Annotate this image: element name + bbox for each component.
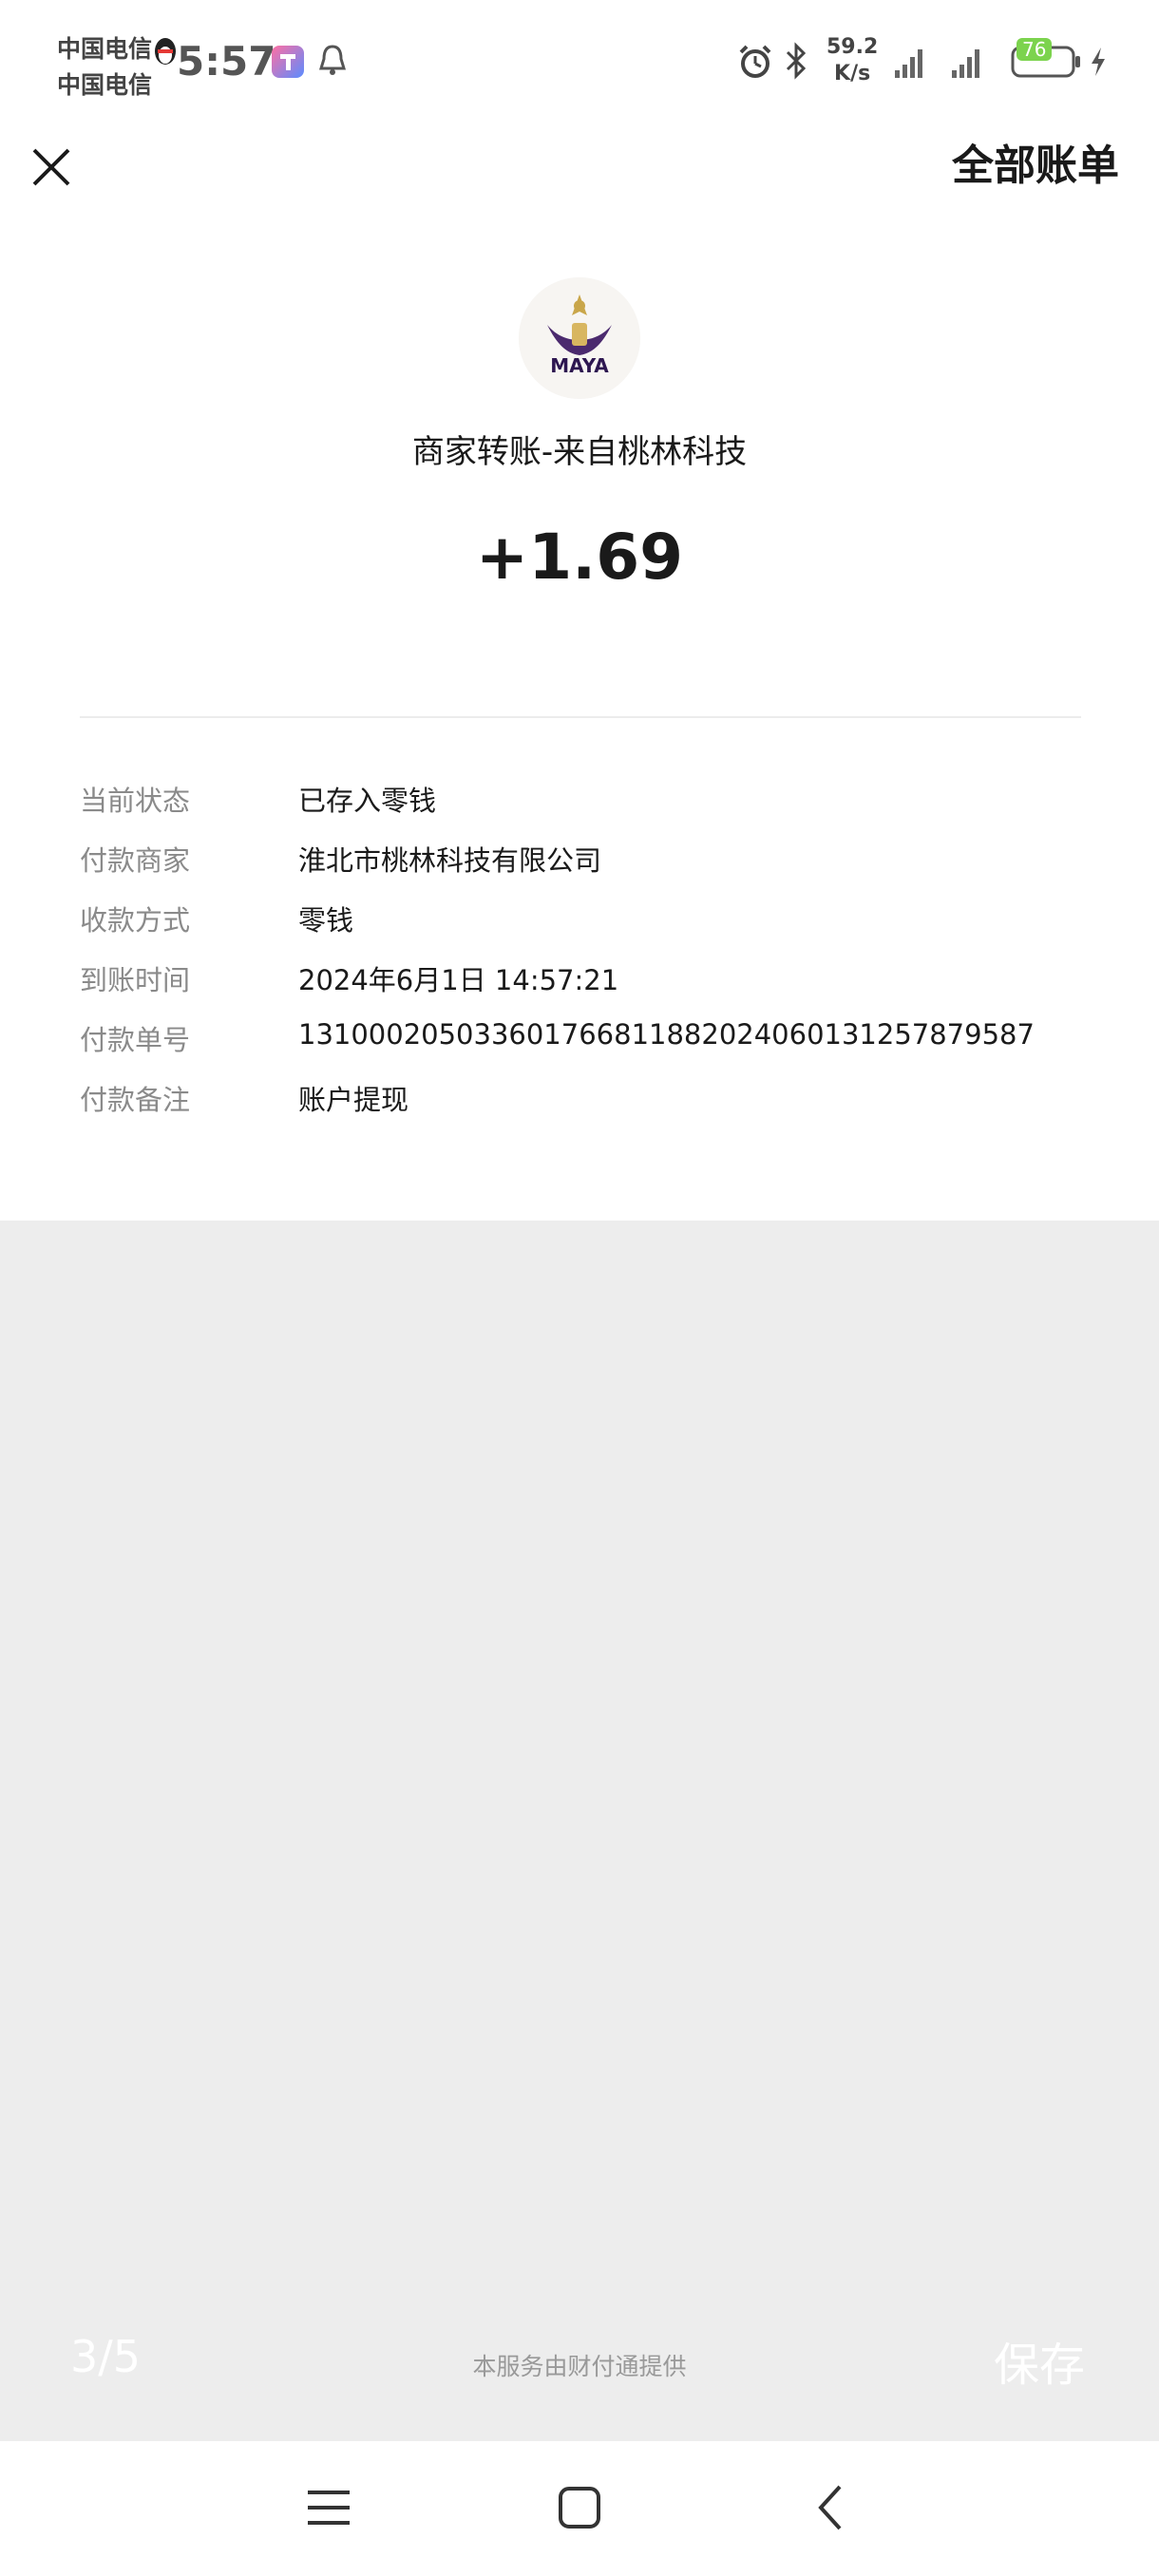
all-bills-button[interactable]: 全部账单 — [952, 131, 1119, 192]
detail-list: 当前状态 已存入零钱 付款商家 淮北市桃林科技有限公司 收款方式 零钱 到账时间… — [80, 779, 1125, 1138]
network-speed-unit: K/s — [834, 62, 871, 85]
transaction-title: 商家转账-来自桃林科技 — [411, 433, 748, 471]
detail-value: 2024年6月1日 14:57:21 — [298, 964, 619, 996]
detail-row-status: 当前状态 已存入零钱 — [80, 779, 1125, 839]
detail-label: 付款单号 — [80, 1024, 191, 1056]
detail-label: 当前状态 — [80, 785, 191, 817]
detail-value: 淮北市桃林科技有限公司 — [298, 844, 602, 877]
detail-label: 到账时间 — [80, 964, 191, 996]
alarm-icon — [739, 45, 771, 78]
save-button[interactable]: 保存 — [994, 2327, 1085, 2394]
detail-value: 已存入零钱 — [298, 785, 437, 817]
close-icon[interactable] — [28, 133, 76, 199]
service-note: 本服务由财付通提供 — [472, 2353, 687, 2380]
carrier-label-1: 中国电信 — [57, 35, 153, 63]
detail-row-time: 到账时间 2024年6月1日 14:57:21 — [80, 958, 1125, 1018]
detail-row-remark: 付款备注 账户提现 — [80, 1078, 1125, 1138]
signal-icon-2 — [952, 49, 979, 78]
transaction-detail-card: MAYA 商家转账-来自桃林科技 +1.69 当前状态 已存入零钱 付款商家 淮… — [0, 218, 1159, 1221]
header: 全部账单 — [0, 123, 1159, 218]
charging-icon — [1092, 47, 1105, 76]
detail-row-method: 收款方式 零钱 — [80, 899, 1125, 958]
home-icon[interactable] — [551, 2479, 608, 2536]
detail-label: 付款备注 — [80, 1084, 191, 1116]
logo-text: MAYA — [550, 354, 609, 377]
detail-row-order-number: 付款单号 13100020503360176681188202406013125… — [80, 1018, 1125, 1078]
transaction-amount: +1.69 — [475, 521, 684, 594]
detail-label: 收款方式 — [80, 904, 191, 937]
menu-icon[interactable] — [300, 2479, 357, 2536]
divider — [80, 716, 1081, 718]
detail-value: 零钱 — [298, 904, 354, 937]
qq-penguin-icon — [155, 38, 176, 65]
status-bar: 中国电信 中国电信 5:57 59.2 K/s 76 — [0, 0, 1159, 123]
clock: 5:57 — [177, 38, 276, 85]
detail-row-merchant: 付款商家 淮北市桃林科技有限公司 — [80, 839, 1125, 899]
detail-value: 账户提现 — [298, 1084, 409, 1116]
merchant-logo-image: MAYA — [519, 277, 640, 399]
network-speed: 59.2 K/s — [826, 34, 878, 87]
carrier-label-2: 中国电信 — [57, 71, 153, 99]
detail-value[interactable]: 1310002050336017668118820240601312578795… — [298, 1018, 1035, 1051]
notification-bell-icon — [318, 45, 347, 75]
battery-level: 76 — [1016, 38, 1053, 61]
signal-icon — [895, 49, 922, 78]
bluetooth-icon — [786, 42, 807, 80]
app-icon — [272, 46, 304, 78]
back-icon[interactable] — [804, 2479, 861, 2536]
system-nav-bar — [0, 2441, 1159, 2576]
merchant-logo: MAYA — [519, 277, 640, 399]
detail-label: 付款商家 — [80, 844, 191, 877]
network-speed-value: 59.2 — [826, 35, 879, 59]
bottom-bar: 3/5 本服务由财付通提供 保存 — [0, 2318, 1159, 2441]
